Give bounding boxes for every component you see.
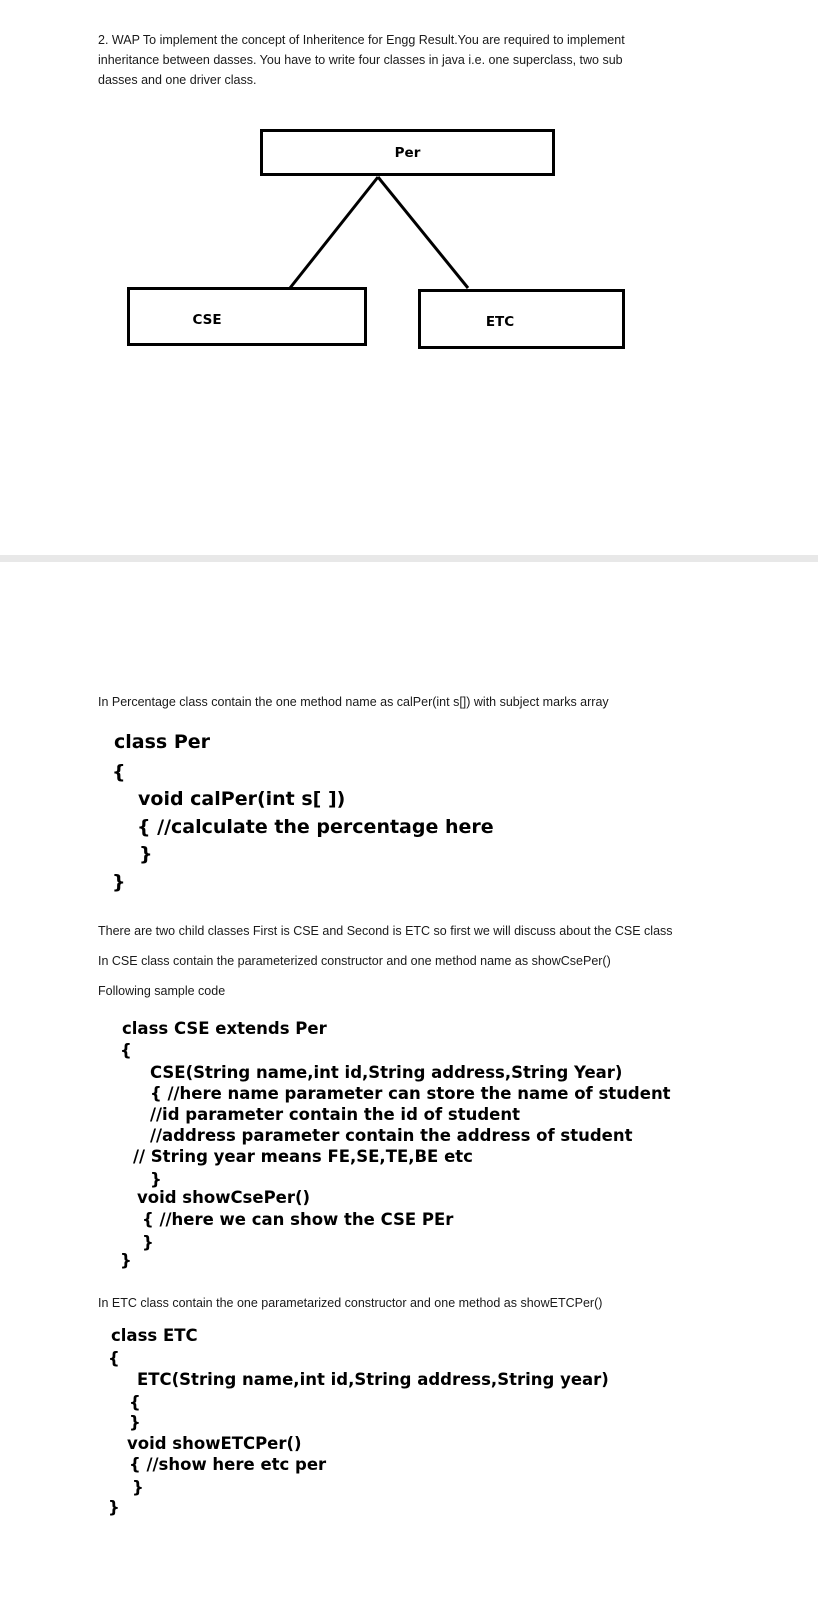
diagram-box-cse: CSE (127, 287, 367, 346)
per-code-line-2: { (112, 761, 126, 783)
cse-code-line-1: class CSE extends Per (122, 1019, 327, 1038)
cse-code-line-2: { (120, 1041, 132, 1060)
per-code-line-6: } (112, 871, 126, 893)
diagram-label-per: Per (394, 144, 421, 161)
etc-code-line-6: void showETCPer() (127, 1434, 302, 1453)
diagram-box-per: Per (260, 129, 555, 176)
diagram-label-cse: CSE (192, 312, 222, 328)
cse-code-line-11: } (142, 1233, 154, 1252)
cse-description-1: There are two child classes First is CSE… (98, 924, 673, 938)
connector-per-etc (376, 176, 470, 289)
per-code-line-4: { //calculate the percentage here (137, 816, 494, 838)
cse-description-3: Following sample code (98, 984, 226, 998)
diagram-box-etc: ETC (418, 289, 625, 349)
etc-code-line-4: { (129, 1393, 141, 1412)
per-code-line-3: void calPer(int s[ ]) (138, 788, 346, 810)
diagram-label-etc: ETC (485, 314, 515, 330)
etc-description: In ETC class contain the one parametariz… (98, 1296, 603, 1310)
etc-code-line-2: { (108, 1349, 120, 1368)
cse-code-line-4: { //here name parameter can store the na… (150, 1084, 671, 1103)
cse-code-line-7: // String year means FE,SE,TE,BE etc (133, 1147, 473, 1166)
per-code-line-1: class Per (114, 731, 211, 753)
inheritance-connectors (288, 176, 470, 289)
cse-code-line-6: //address parameter contain the address … (150, 1126, 633, 1145)
etc-code-line-3: ETC(String name,int id,String address,St… (137, 1370, 609, 1389)
cse-description-2: In CSE class contain the parameterized c… (98, 954, 611, 968)
cse-code-line-9: void showCsePer() (137, 1188, 311, 1207)
etc-code-line-9: } (108, 1498, 120, 1517)
per-code-line-5: } (139, 843, 153, 865)
cse-code-line-12: } (120, 1251, 132, 1270)
etc-code-line-8: } (132, 1478, 144, 1497)
cse-code-line-3: CSE(String name,int id,String address,St… (150, 1063, 623, 1082)
connector-per-cse (288, 176, 380, 289)
etc-code-line-7: { //show here etc per (129, 1455, 327, 1474)
cse-code-line-10: { //here we can show the CSE PEr (142, 1210, 454, 1229)
cse-code-line-5: //id parameter contain the id of student (150, 1105, 520, 1124)
cse-code-line-8: } (150, 1170, 162, 1189)
percentage-description: In Percentage class contain the one meth… (98, 695, 609, 709)
etc-code-line-1: class ETC (111, 1326, 198, 1345)
page-divider (0, 555, 818, 562)
etc-code-line-5: } (129, 1413, 141, 1432)
